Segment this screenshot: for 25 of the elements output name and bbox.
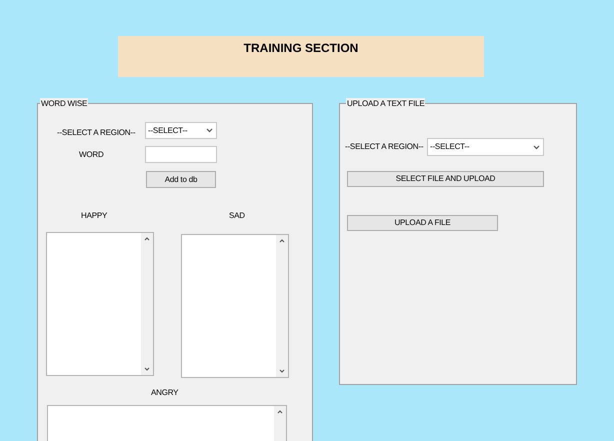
page-title: TRAINING SECTION (244, 40, 358, 57)
scrollbar[interactable] (141, 233, 153, 375)
list-label: ANGRY (151, 387, 178, 399)
word-field[interactable] (145, 146, 217, 163)
add-button[interactable]: Add to db (146, 171, 216, 188)
action-button[interactable]: SELECT FILE AND UPLOAD (347, 171, 544, 187)
scroll-down-icon[interactable] (279, 369, 285, 373)
list-label: HAPPY (81, 210, 108, 222)
scrollbar[interactable] (274, 406, 286, 441)
word-label: WORD (79, 149, 104, 161)
scroll-up-icon[interactable] (279, 239, 285, 243)
region-label: --SELECT A REGION-- (345, 141, 424, 153)
scrollbar[interactable] (276, 235, 288, 377)
scroll-down-icon[interactable] (144, 367, 150, 371)
action-button[interactable]: UPLOAD A FILE (347, 215, 498, 231)
region-dropdown[interactable]: --SELECT-- (427, 138, 544, 156)
scroll-up-icon[interactable] (144, 237, 150, 241)
chevron-down-icon (206, 128, 213, 133)
list-label: SAD (229, 210, 245, 222)
region-dropdown[interactable]: --SELECT-- (145, 122, 217, 139)
scroll-up-icon[interactable] (277, 410, 283, 414)
region-label: --SELECT A REGION-- (57, 127, 136, 139)
panel-title: UPLOAD A TEXT FILE (346, 98, 426, 109)
chevron-down-icon (533, 144, 540, 150)
panel-title: WORD WISE (40, 98, 88, 109)
